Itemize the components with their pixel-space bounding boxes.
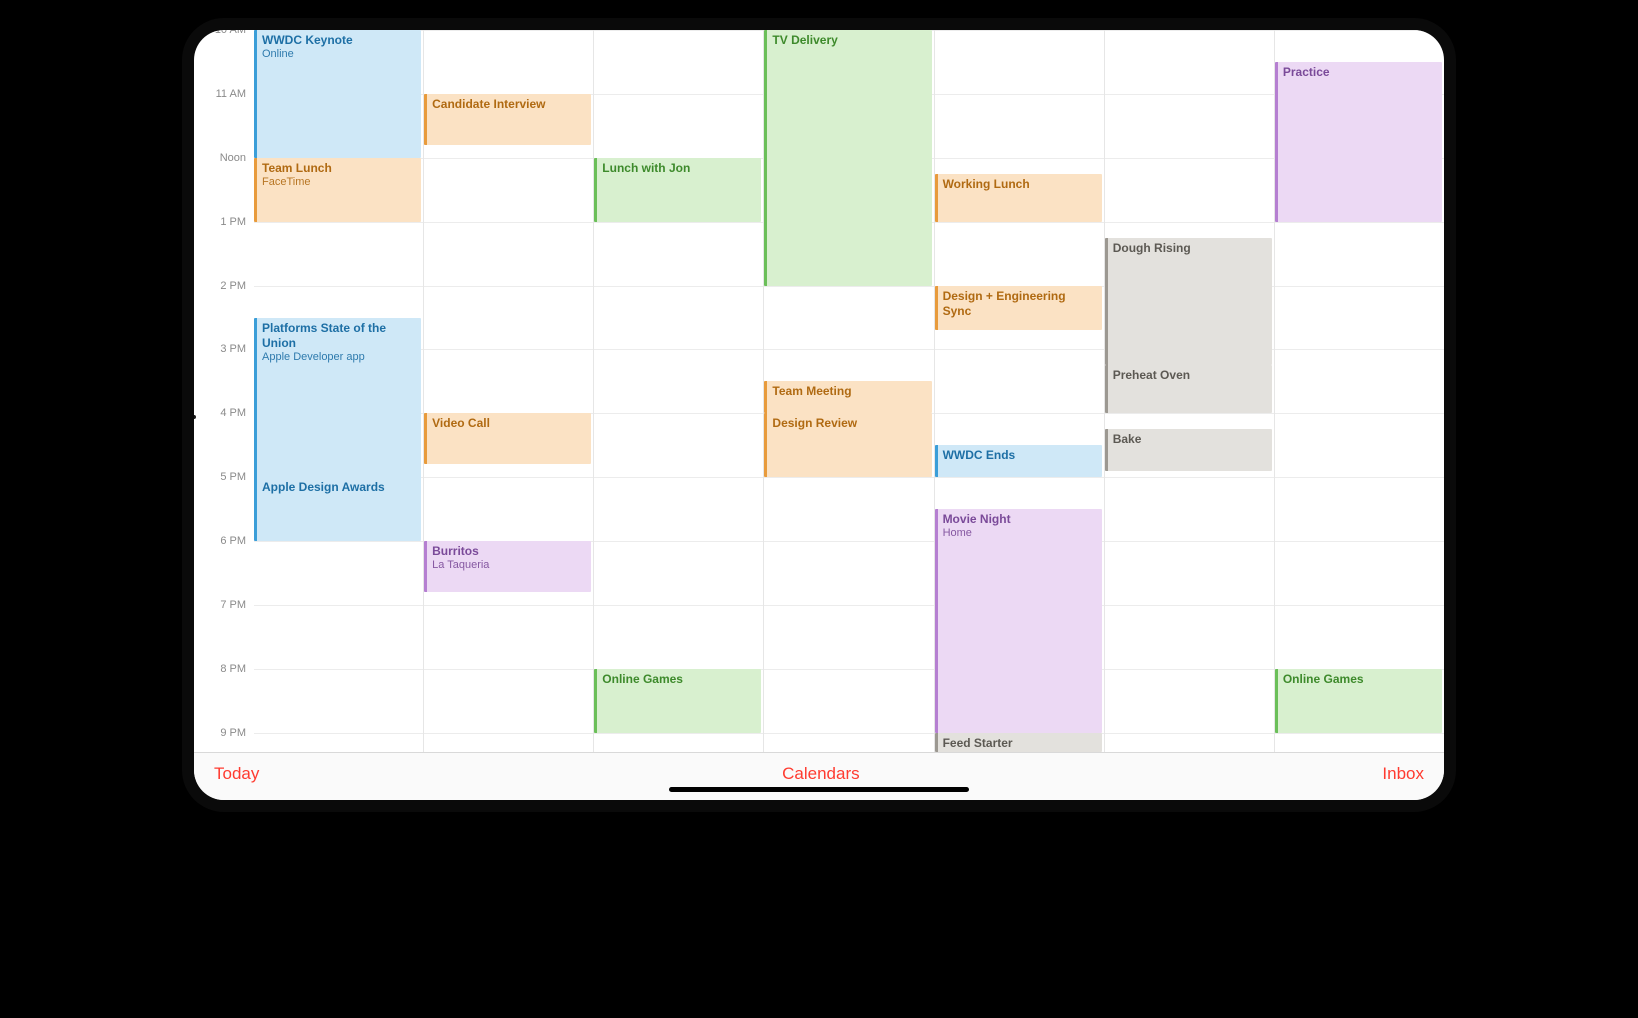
- calendar-event[interactable]: Platforms State of the UnionApple Develo…: [254, 318, 421, 497]
- calendar-event[interactable]: Working Lunch: [935, 174, 1102, 222]
- event-title: Dough Rising: [1113, 241, 1266, 256]
- day-columns: WWDC KeynoteOnlineTeam LunchFaceTimePlat…: [254, 30, 1444, 752]
- calendar-grid[interactable]: WWDC KeynoteOnlineTeam LunchFaceTimePlat…: [254, 30, 1444, 752]
- event-title: Video Call: [432, 416, 585, 431]
- day-column[interactable]: WWDC KeynoteOnlineTeam LunchFaceTimePlat…: [254, 30, 423, 752]
- event-title: Team Meeting: [772, 384, 925, 399]
- calendar-event[interactable]: Apple Design Awards: [254, 477, 421, 541]
- bottom-toolbar: Today Calendars Inbox: [194, 752, 1444, 800]
- calendar-event[interactable]: Online Games: [1275, 669, 1442, 733]
- calendar-event[interactable]: Preheat Oven: [1105, 365, 1272, 413]
- calendar-event[interactable]: WWDC Ends: [935, 445, 1102, 477]
- time-label: 7 PM: [220, 599, 246, 611]
- event-title: Platforms State of the Union: [262, 321, 415, 351]
- calendar-event[interactable]: Online Games: [594, 669, 761, 733]
- event-title: Apple Design Awards: [262, 480, 415, 495]
- event-subtitle: Apple Developer app: [262, 351, 415, 365]
- time-gutter: 10 AM 11 AM Noon 1 PM 2 PM 3 PM 4 PM 5 PM 6 PM 7 …: [194, 30, 254, 752]
- day-column[interactable]: Candidate Interview Video Call BurritosLa …: [423, 30, 593, 752]
- event-title: Burritos: [432, 544, 585, 559]
- calendar-event[interactable]: Feed Starter: [935, 733, 1102, 752]
- calendar-event[interactable]: WWDC KeynoteOnline: [254, 30, 421, 158]
- time-label: 1 PM: [220, 216, 246, 228]
- event-title: Movie Night: [943, 512, 1096, 527]
- event-title: Online Games: [1283, 672, 1436, 687]
- event-subtitle: Online: [262, 48, 415, 62]
- time-label: 6 PM: [220, 535, 246, 547]
- time-label: 10 AM: [215, 30, 246, 36]
- calendar-event[interactable]: Team LunchFaceTime: [254, 158, 421, 222]
- home-indicator[interactable]: [669, 787, 969, 792]
- inbox-button[interactable]: Inbox: [1382, 764, 1424, 784]
- calendar-event[interactable]: Candidate Interview: [424, 94, 591, 145]
- event-title: WWDC Keynote: [262, 33, 415, 48]
- event-title: Practice: [1283, 65, 1436, 80]
- calendars-button[interactable]: Calendars: [782, 764, 860, 784]
- event-subtitle: La Taqueria: [432, 559, 585, 573]
- time-label: 5 PM: [220, 471, 246, 483]
- today-button[interactable]: Today: [214, 764, 259, 784]
- calendar-event[interactable]: Movie NightHome: [935, 509, 1102, 733]
- event-title: Lunch with Jon: [602, 161, 755, 176]
- calendar-event[interactable]: Practice: [1275, 62, 1442, 222]
- event-title: Preheat Oven: [1113, 368, 1266, 383]
- event-title: Working Lunch: [943, 177, 1096, 192]
- event-title: Design + Engineering Sync: [943, 289, 1096, 319]
- ipad-calendar-window: 10 AM 11 AM Noon 1 PM 2 PM 3 PM 4 PM 5 PM 6 PM 7 …: [194, 30, 1444, 800]
- calendar-event[interactable]: Video Call: [424, 413, 591, 464]
- event-title: Candidate Interview: [432, 97, 585, 112]
- event-title: Design Review: [772, 416, 925, 431]
- calendar-event[interactable]: Bake: [1105, 429, 1272, 471]
- event-title: Feed Starter: [943, 736, 1096, 751]
- time-label: 11 AM: [216, 88, 246, 100]
- calendar-event[interactable]: Team Meeting: [764, 381, 931, 413]
- event-subtitle: FaceTime: [262, 176, 415, 190]
- calendar-event[interactable]: TV Delivery: [764, 30, 931, 286]
- day-column[interactable]: Dough Rising Preheat Oven Bake: [1104, 30, 1274, 752]
- calendar-event[interactable]: Design Review: [764, 413, 931, 477]
- event-title: TV Delivery: [772, 33, 925, 48]
- calendar-event[interactable]: Lunch with Jon: [594, 158, 761, 222]
- time-label: 9 PM: [220, 727, 246, 739]
- day-column[interactable]: Working Lunch Design + Engineering Sync WW…: [934, 30, 1104, 752]
- calendar-event[interactable]: Dough Rising: [1105, 238, 1272, 366]
- event-title: Bake: [1113, 432, 1266, 447]
- time-label: 8 PM: [220, 663, 246, 675]
- calendar-event[interactable]: BurritosLa Taqueria: [424, 541, 591, 592]
- event-title: WWDC Ends: [943, 448, 1096, 463]
- time-label: Noon: [220, 152, 246, 164]
- calendar-week-view[interactable]: 10 AM 11 AM Noon 1 PM 2 PM 3 PM 4 PM 5 PM 6 PM 7 …: [194, 30, 1444, 752]
- event-subtitle: Home: [943, 527, 1096, 541]
- day-column[interactable]: TV Delivery Team Meeting Design Review: [763, 30, 933, 752]
- time-label: 3 PM: [220, 343, 246, 355]
- calendar-event[interactable]: Design + Engineering Sync: [935, 286, 1102, 331]
- day-column[interactable]: Practice Online Games: [1274, 30, 1444, 752]
- time-label: 2 PM: [220, 280, 246, 292]
- day-column[interactable]: Lunch with Jon Online Games: [593, 30, 763, 752]
- event-title: Team Lunch: [262, 161, 415, 176]
- event-title: Online Games: [602, 672, 755, 687]
- time-label: 4 PM: [220, 407, 246, 419]
